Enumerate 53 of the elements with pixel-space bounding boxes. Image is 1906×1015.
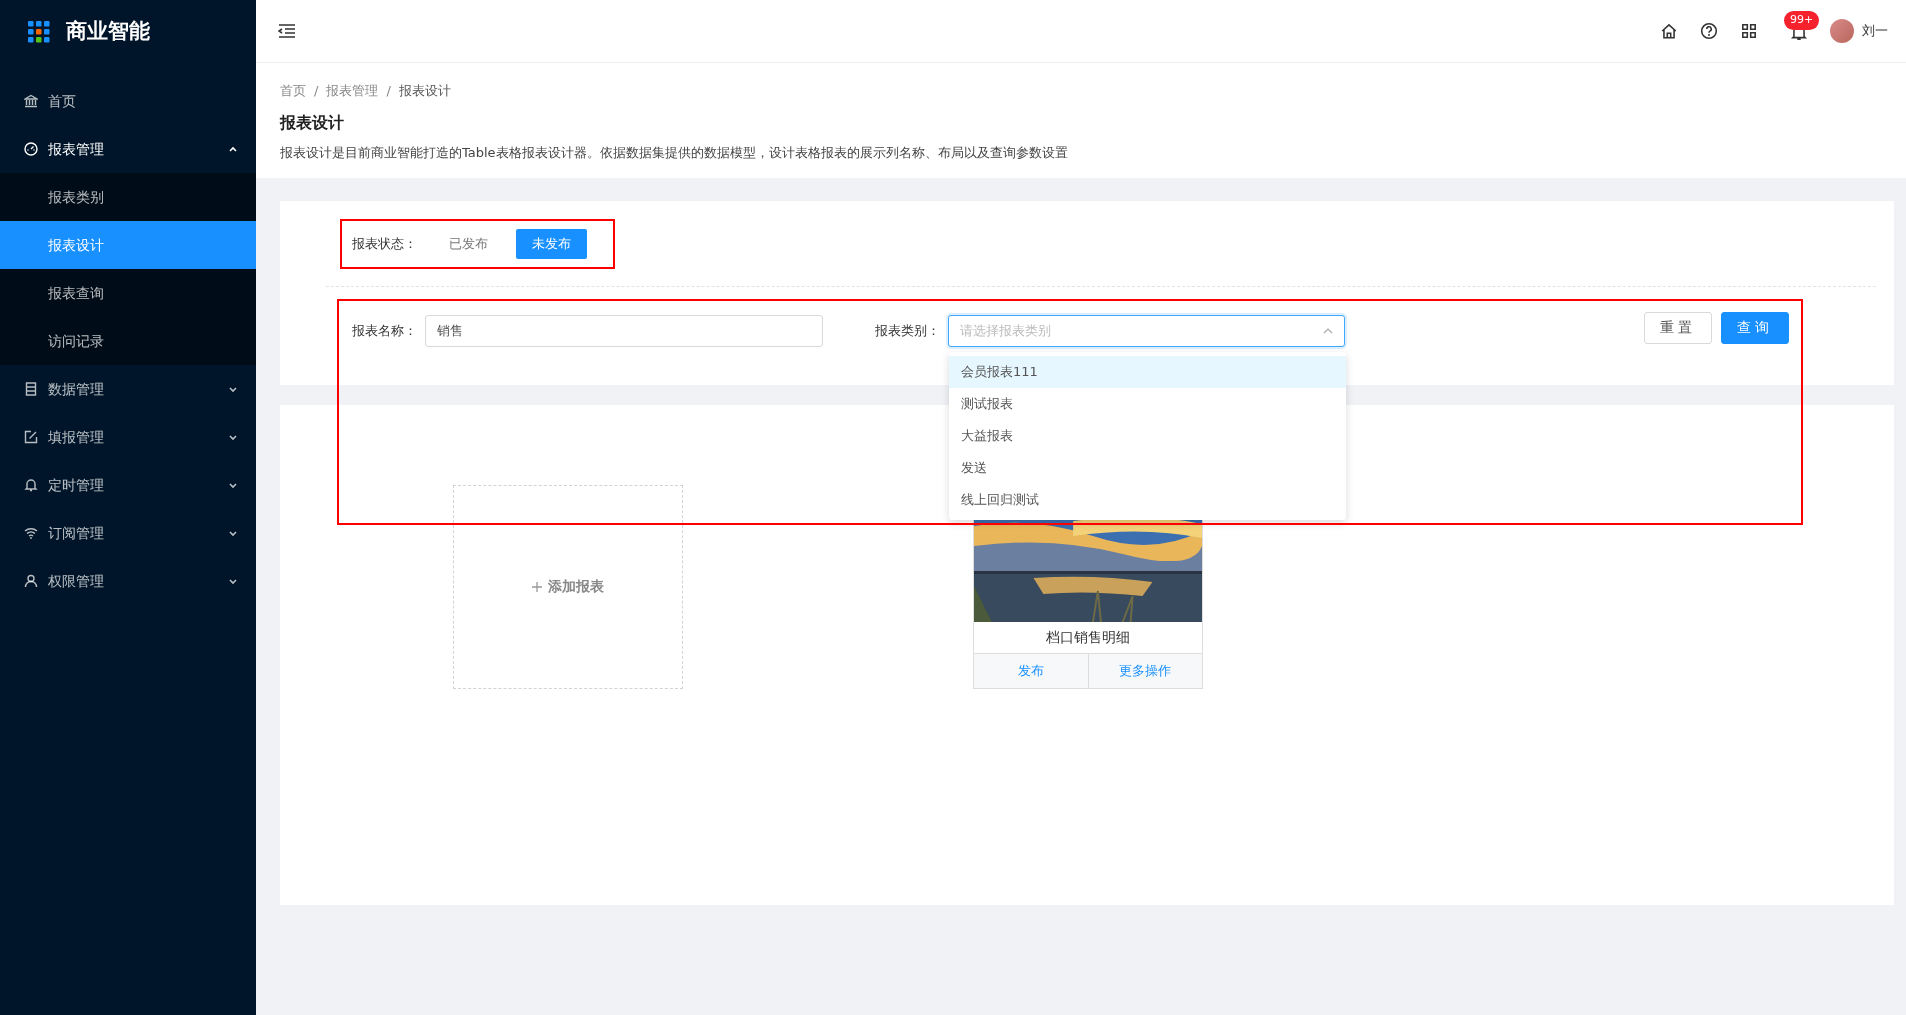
page-title: 报表设计: [280, 111, 345, 134]
breadcrumb-separator: /: [386, 82, 391, 100]
caret-icon: [228, 576, 238, 586]
caret-icon: [228, 144, 238, 154]
sidebar-item[interactable]: 填报管理: [0, 413, 256, 461]
caret-icon: [228, 432, 238, 442]
sidebar-item[interactable]: 报表管理: [0, 125, 256, 173]
reset-button[interactable]: 重置: [1644, 311, 1712, 344]
page-description: 报表设计是目前商业智能打造的Table表格报表设计器。依据数据集提供的数据模型，设计表格报表的展示列名称、布局以及查询参数设置: [280, 143, 1069, 162]
caret-icon: [228, 480, 238, 490]
placeholder-text: 请选择报表类别: [960, 321, 1051, 340]
sidebar-item[interactable]: 首页: [0, 77, 256, 125]
sidebar-item[interactable]: 数据管理: [0, 365, 256, 413]
dropdown-option[interactable]: 大益报表: [949, 419, 1346, 452]
sidebar-subitem[interactable]: 访问记录: [0, 317, 256, 365]
bell-icon: [24, 478, 38, 492]
wifi-icon: [24, 526, 38, 540]
sidebar-subitem[interactable]: 报表类别: [0, 173, 256, 221]
sidebar-item[interactable]: 定时管理: [0, 461, 256, 509]
avatar[interactable]: [1830, 19, 1854, 43]
home-icon[interactable]: [1660, 22, 1678, 40]
server-icon: [24, 382, 38, 396]
field-label: 报表状态：: [352, 235, 417, 253]
bank-icon: [24, 94, 38, 108]
app-title: 商业智能: [66, 17, 150, 45]
dropdown-option[interactable]: 发送: [949, 451, 1346, 484]
caret-icon: [228, 528, 238, 538]
breadcrumb-separator: /: [314, 82, 319, 100]
menu-icon[interactable]: [278, 22, 296, 40]
report-title: 档口销售明细: [974, 621, 1202, 654]
dropdown-option[interactable]: 会员报表111: [949, 355, 1346, 388]
add-report-tile[interactable]: 添加报表: [453, 484, 683, 689]
dropdown-option[interactable]: 测试报表: [949, 387, 1346, 420]
breadcrumb-link[interactable]: 首页: [280, 81, 306, 101]
gauge-icon: [24, 142, 38, 156]
input-field[interactable]: 销售: [425, 314, 823, 347]
user-name[interactable]: 刘一: [1862, 21, 1888, 41]
notification-badge: 99+: [1784, 11, 1820, 30]
help-icon[interactable]: [1700, 22, 1718, 40]
user-icon: [24, 574, 38, 588]
sidebar-item[interactable]: 订阅管理: [0, 509, 256, 557]
field-label: 报表名称：: [352, 321, 417, 340]
sidebar-subitem[interactable]: 报表查询: [0, 269, 256, 317]
edit-icon: [24, 430, 38, 444]
breadcrumb-link[interactable]: 报表管理: [326, 81, 379, 101]
status-option[interactable]: 已发布: [433, 229, 504, 259]
caret-icon: [228, 384, 238, 394]
dropdown-option[interactable]: 线上回归测试: [949, 483, 1346, 516]
grid-icon[interactable]: [1740, 22, 1758, 40]
plus-icon: [532, 581, 542, 592]
field-label: 报表类别：: [875, 321, 940, 340]
logo-icon: [28, 20, 50, 43]
sidebar-item[interactable]: 权限管理: [0, 557, 256, 605]
